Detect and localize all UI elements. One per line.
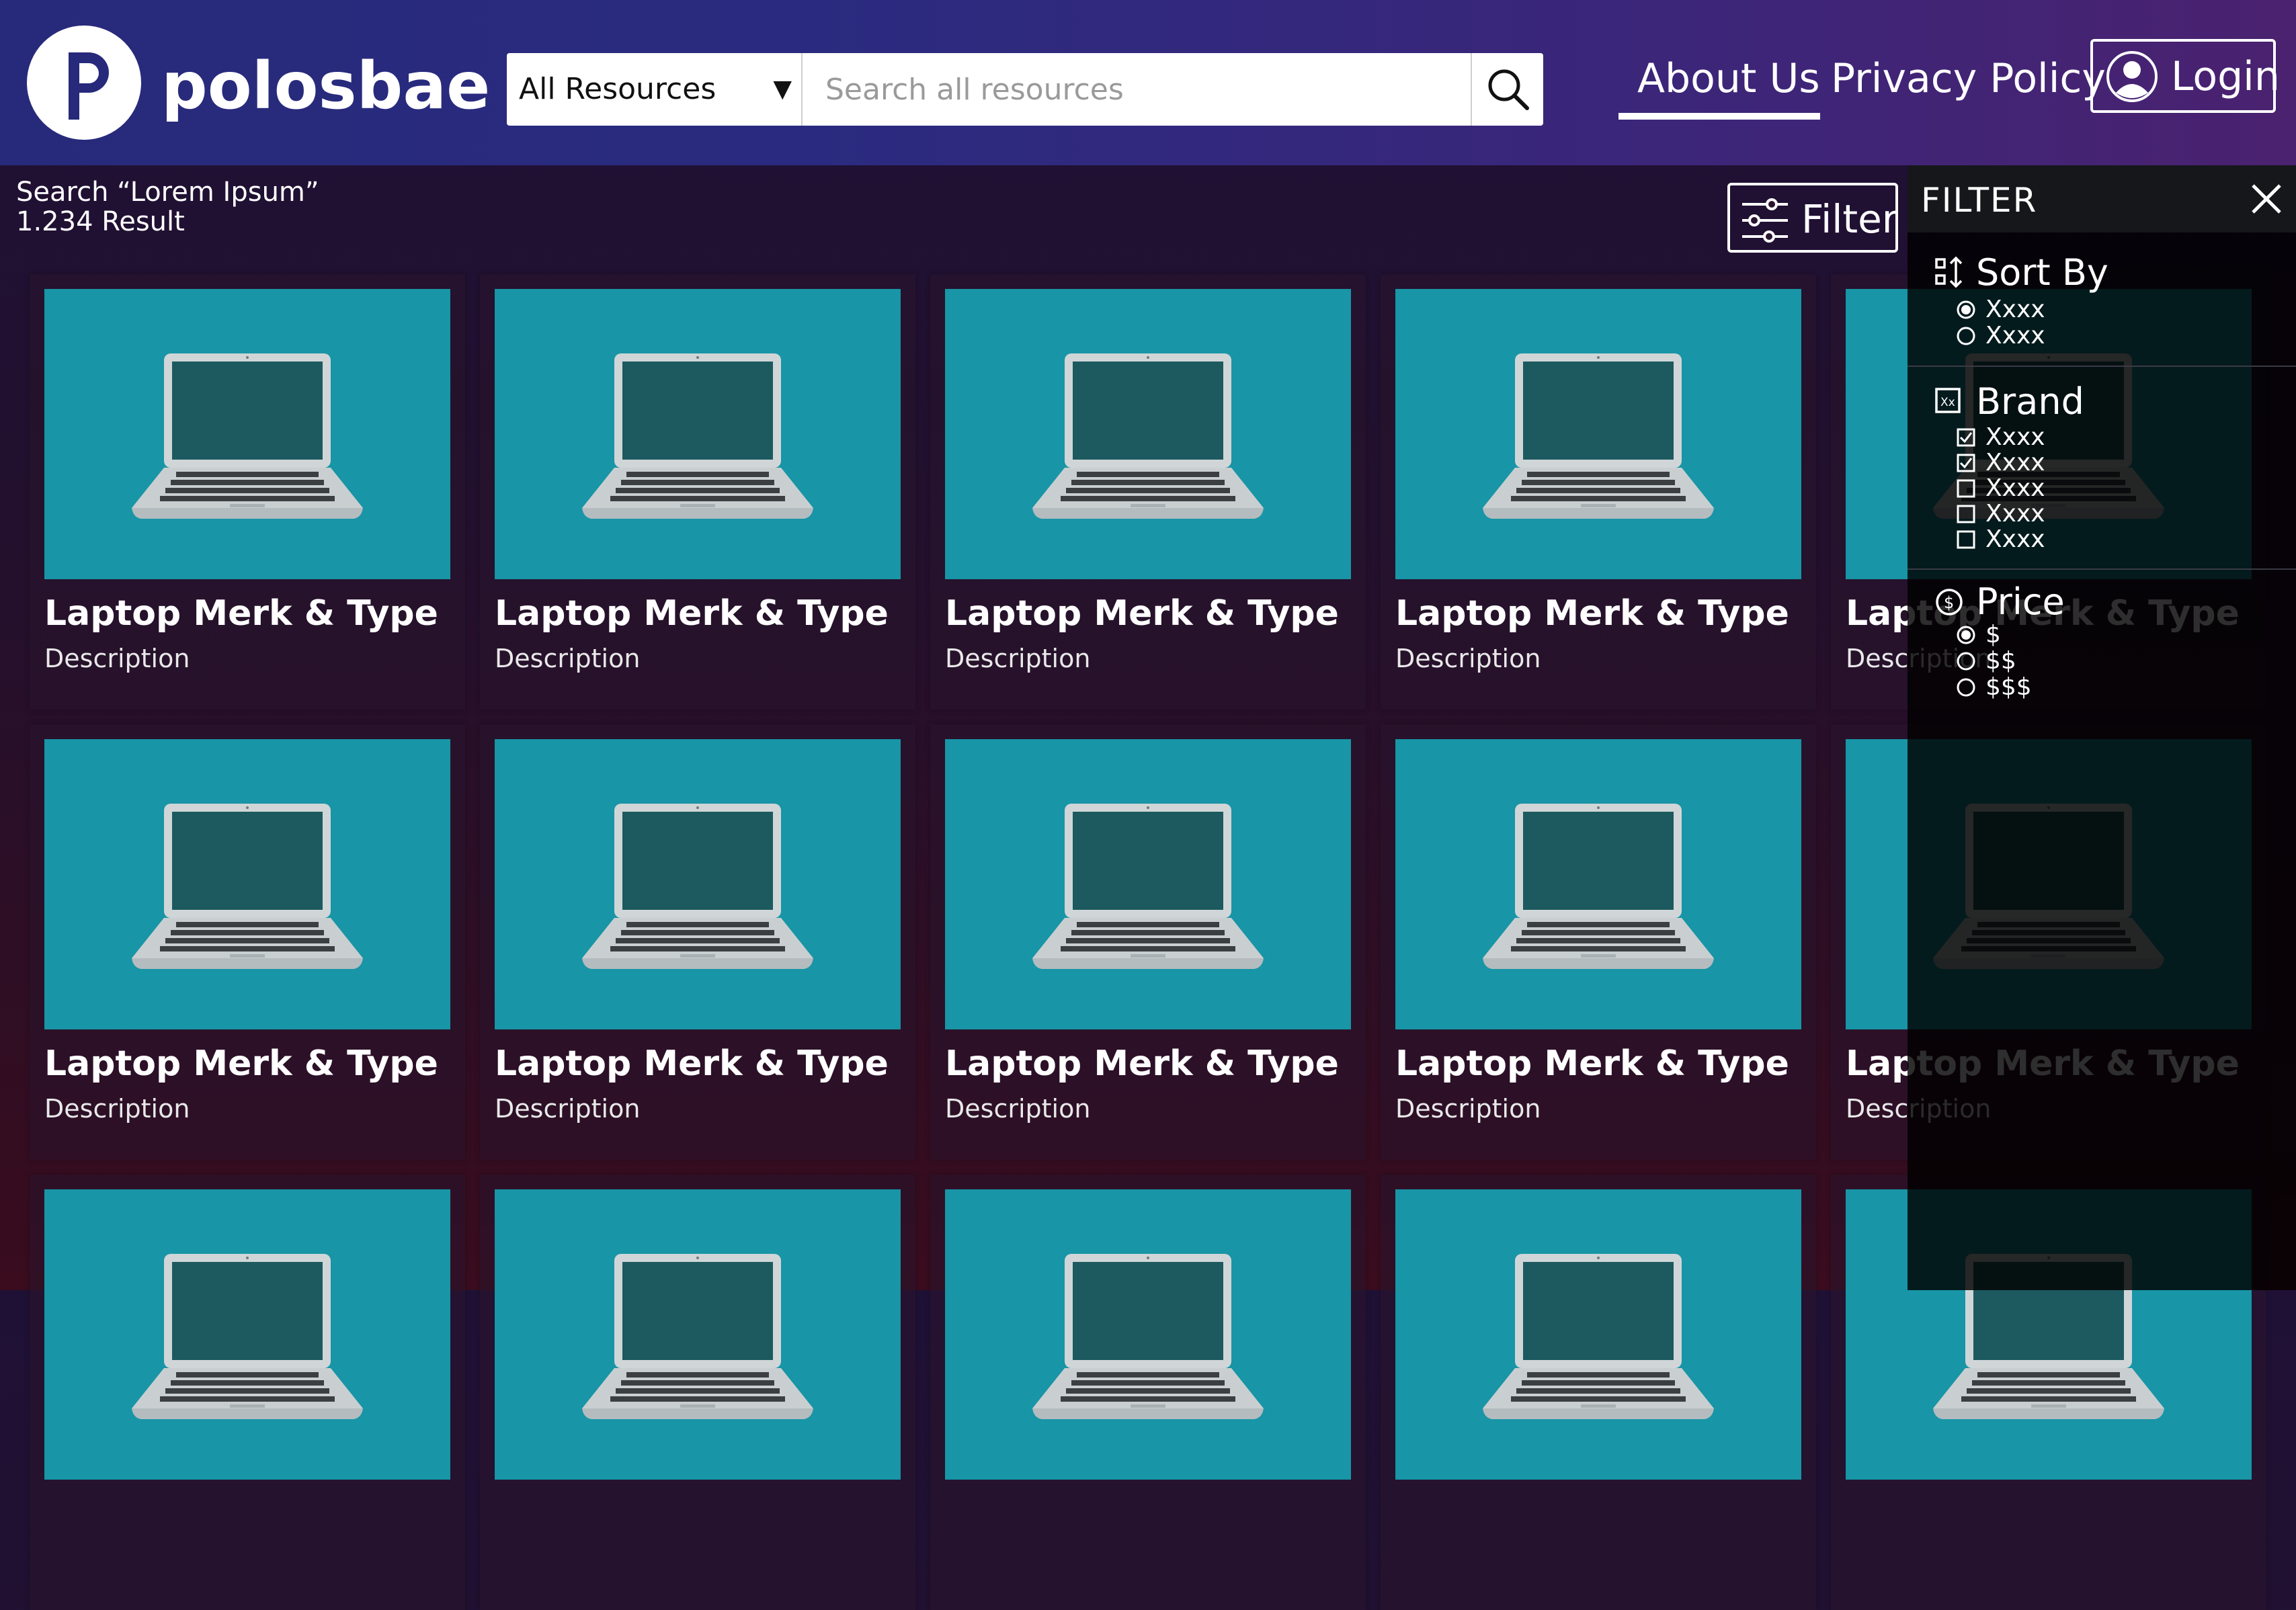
product-description: Description [495, 1094, 641, 1124]
product-description: Description [945, 1094, 1091, 1124]
product-description: Description [44, 644, 190, 673]
close-icon[interactable] [2249, 181, 2284, 216]
laptop-icon [582, 1254, 813, 1419]
option-label: $$ [1985, 647, 2016, 675]
product-card[interactable] [480, 1175, 915, 1610]
product-title[interactable]: Laptop Merk & Type [945, 590, 1339, 637]
product-card[interactable] [30, 1175, 465, 1610]
sort-by-label: Sort By [1976, 251, 2108, 294]
product-image[interactable] [44, 739, 450, 1029]
laptop-icon [582, 353, 813, 519]
option-label: $$$ [1985, 673, 2032, 701]
option-label: Xxxx [1985, 500, 2045, 527]
filter-panel-header: FILTER [1908, 165, 2296, 232]
option-label: Xxxx [1985, 423, 2045, 451]
product-title[interactable]: Laptop Merk & Type [945, 1040, 1339, 1087]
laptop-icon [1483, 353, 1714, 519]
laptop-icon [1483, 804, 1714, 969]
product-description: Description [945, 644, 1091, 673]
radio-icon [1957, 327, 1975, 345]
product-image[interactable] [945, 289, 1351, 579]
price-label: Price [1976, 581, 2065, 623]
laptop-icon [582, 804, 813, 969]
product-title[interactable]: Laptop Merk & Type [495, 1040, 889, 1087]
product-card[interactable]: Laptop Merk & Type Description [480, 274, 915, 710]
checkbox-icon [1957, 530, 1975, 549]
product-card[interactable]: Laptop Merk & Type Description [480, 724, 915, 1160]
product-image[interactable] [945, 1189, 1351, 1480]
product-description: Description [44, 1094, 190, 1124]
brand-label: Brand [1976, 380, 2084, 423]
price-section: $ Price $ $$ $$$ [1908, 568, 2296, 750]
product-image[interactable] [495, 1189, 901, 1480]
product-title[interactable]: Laptop Merk & Type [44, 590, 438, 637]
checkbox-icon [1957, 505, 1975, 523]
checkbox-checked-icon [1957, 428, 1975, 447]
brand-tag-icon: Xx [1935, 388, 1961, 413]
laptop-icon [1483, 1254, 1714, 1419]
product-description: Description [1395, 644, 1541, 673]
laptop-icon [132, 804, 363, 969]
product-title[interactable]: Laptop Merk & Type [1395, 1040, 1789, 1087]
option-label: Xxxx [1985, 449, 2045, 476]
option-label: Xxxx [1985, 296, 2045, 323]
option-label: Xxxx [1985, 474, 2045, 502]
svg-text:$: $ [1944, 593, 1954, 612]
laptop-icon [1032, 1254, 1264, 1419]
option-label: Xxxx [1985, 525, 2045, 553]
product-card[interactable] [930, 1175, 1366, 1610]
checkbox-checked-icon [1957, 454, 1975, 472]
option-label: Xxxx [1985, 322, 2045, 349]
product-image[interactable] [495, 739, 901, 1029]
radio-icon [1957, 678, 1975, 697]
svg-text:Xx: Xx [1940, 396, 1955, 409]
checkbox-icon [1957, 479, 1975, 498]
radio-icon [1957, 652, 1975, 671]
product-title[interactable]: Laptop Merk & Type [44, 1040, 438, 1087]
coin-icon: $ [1936, 589, 1963, 616]
product-card[interactable]: Laptop Merk & Type Description [1381, 724, 1816, 1160]
laptop-icon [132, 1254, 363, 1419]
sort-icon [1935, 256, 1963, 288]
filter-panel: FILTER Sort By Xxxx Xxxx Xx Brand Xxxx Xxx… [1908, 165, 2296, 1290]
radio-selected-icon [1957, 626, 1975, 644]
product-image[interactable] [945, 739, 1351, 1029]
product-description: Description [495, 644, 641, 673]
product-card[interactable]: Laptop Merk & Type Description [1381, 274, 1816, 710]
product-image[interactable] [1395, 289, 1801, 579]
product-card[interactable] [1381, 1175, 1816, 1610]
product-card[interactable]: Laptop Merk & Type Description [30, 724, 465, 1160]
product-card[interactable]: Laptop Merk & Type Description [30, 274, 465, 710]
product-title[interactable]: Laptop Merk & Type [1395, 590, 1789, 637]
product-card[interactable]: Laptop Merk & Type Description [930, 274, 1366, 710]
laptop-icon [1032, 804, 1264, 969]
laptop-icon [132, 353, 363, 519]
product-title[interactable]: Laptop Merk & Type [495, 590, 889, 637]
product-image[interactable] [495, 289, 901, 579]
product-image[interactable] [1395, 1189, 1801, 1480]
filter-panel-title: FILTER [1921, 181, 2038, 220]
radio-selected-icon [1957, 300, 1975, 319]
brand-section: Xx Brand Xxxx Xxxx Xxxx Xxxx Xxxx [1908, 366, 2296, 570]
product-image[interactable] [44, 1189, 450, 1480]
product-description: Description [1395, 1094, 1541, 1124]
laptop-icon [1032, 353, 1264, 519]
option-label: $ [1985, 621, 2001, 648]
product-image[interactable] [1395, 739, 1801, 1029]
product-card[interactable]: Laptop Merk & Type Description [930, 724, 1366, 1160]
product-image[interactable] [44, 289, 450, 579]
sort-by-section: Sort By Xxxx Xxxx [1908, 232, 2296, 367]
